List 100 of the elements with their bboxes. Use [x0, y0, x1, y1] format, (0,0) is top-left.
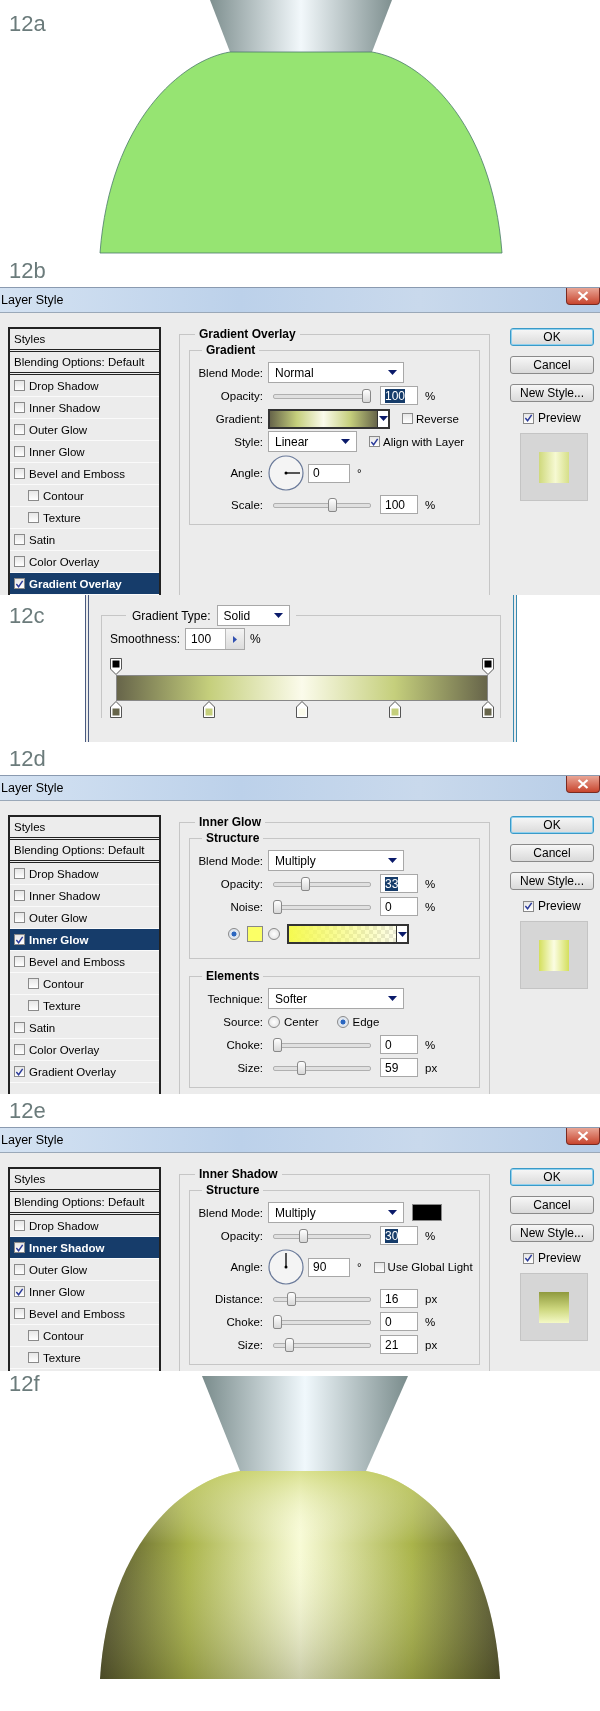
- style-list-item[interactable]: Drop Shadow: [10, 375, 159, 397]
- radio-button[interactable]: [228, 928, 240, 940]
- dialog-button[interactable]: Cancel: [510, 356, 594, 374]
- dropdown[interactable]: Solid: [216, 605, 290, 626]
- radio-button[interactable]: [268, 1015, 280, 1028]
- style-list-item[interactable]: Inner Glow: [10, 1281, 159, 1303]
- slider-track[interactable]: [273, 1037, 371, 1052]
- checkbox[interactable]: [14, 402, 25, 413]
- slider-thumb[interactable]: [328, 497, 338, 512]
- slider-track[interactable]: [273, 1060, 371, 1075]
- value-field[interactable]: 59: [380, 1058, 418, 1077]
- slider-thumb[interactable]: [273, 1037, 282, 1052]
- opacity-stop[interactable]: [482, 658, 494, 675]
- checkbox[interactable]: [14, 534, 25, 545]
- style-list-item[interactable]: Satin: [10, 529, 159, 551]
- slider-track[interactable]: [273, 1337, 371, 1352]
- slider-thumb[interactable]: [273, 1314, 282, 1329]
- checkbox[interactable]: [14, 1242, 25, 1253]
- checkbox[interactable]: [14, 1286, 25, 1297]
- slider-track[interactable]: [273, 1291, 371, 1306]
- style-list-item[interactable]: Contour: [10, 485, 159, 507]
- slider-track[interactable]: [273, 388, 371, 403]
- dialog-button[interactable]: OK: [510, 1168, 594, 1186]
- dialog-button[interactable]: Cancel: [510, 1196, 594, 1214]
- style-list-item[interactable]: Inner Glow: [10, 929, 159, 951]
- value-field[interactable]: 0: [380, 1312, 418, 1331]
- style-list-item[interactable]: Contour: [10, 973, 159, 995]
- style-list-item[interactable]: Texture: [10, 995, 159, 1017]
- close-button[interactable]: [566, 776, 600, 793]
- checkbox[interactable]: [14, 380, 25, 391]
- dropdown[interactable]: Multiply: [268, 1202, 404, 1223]
- checkbox[interactable]: [28, 1352, 39, 1363]
- value-field[interactable]: 30: [380, 1226, 418, 1245]
- checkbox[interactable]: [523, 412, 534, 424]
- color-stop[interactable]: [296, 701, 308, 718]
- slider-thumb[interactable]: [362, 388, 371, 403]
- style-list-item[interactable]: Inner Shadow: [10, 885, 159, 907]
- style-list-item[interactable]: Blending Options: Default: [10, 840, 159, 863]
- value-field[interactable]: 0: [308, 463, 350, 483]
- checkbox[interactable]: [14, 1022, 25, 1033]
- checkbox[interactable]: [523, 900, 534, 912]
- checkbox[interactable]: [28, 1000, 39, 1011]
- value-field[interactable]: 100: [380, 386, 418, 405]
- style-list-item[interactable]: Texture: [10, 507, 159, 529]
- style-list-item[interactable]: Inner Glow: [10, 441, 159, 463]
- checkbox[interactable]: [523, 1252, 534, 1264]
- slider-thumb[interactable]: [297, 1060, 306, 1075]
- checkbox[interactable]: [28, 490, 39, 501]
- style-list-item[interactable]: Gradient Overlay: [10, 1061, 159, 1083]
- close-button[interactable]: [566, 288, 600, 305]
- color-swatch[interactable]: [247, 926, 263, 942]
- style-list-item[interactable]: Blending Options: Default: [10, 352, 159, 375]
- style-list-item[interactable]: Gradient Overlay: [10, 573, 159, 595]
- style-list-item[interactable]: Color Overlay: [10, 1039, 159, 1061]
- checkbox[interactable]: [373, 1261, 385, 1273]
- checkbox[interactable]: [14, 446, 25, 457]
- slider-track[interactable]: [273, 1228, 371, 1243]
- gradient-bar[interactable]: [116, 675, 488, 701]
- radio-button[interactable]: [336, 1015, 349, 1028]
- gradient-picker[interactable]: [268, 408, 390, 429]
- dropdown[interactable]: Linear: [268, 431, 357, 452]
- style-list-item[interactable]: Texture: [10, 1347, 159, 1369]
- slider-track[interactable]: [273, 899, 371, 914]
- dialog-button[interactable]: OK: [510, 816, 594, 834]
- value-field[interactable]: 16: [380, 1289, 418, 1308]
- checkbox[interactable]: [14, 578, 25, 589]
- color-stop[interactable]: [389, 701, 401, 718]
- checkbox[interactable]: [14, 912, 25, 923]
- checkbox[interactable]: [14, 934, 25, 945]
- dialog-button[interactable]: Cancel: [510, 844, 594, 862]
- style-list-item[interactable]: Bevel and Emboss: [10, 1303, 159, 1325]
- value-field[interactable]: 0: [380, 897, 418, 916]
- dropdown[interactable]: Multiply: [268, 850, 404, 871]
- style-list-item[interactable]: Outer Glow: [10, 1259, 159, 1281]
- angle-dial[interactable]: [268, 455, 304, 491]
- style-list-item[interactable]: Blending Options: Default: [10, 1192, 159, 1215]
- checkbox[interactable]: [14, 868, 25, 879]
- color-stop[interactable]: [110, 701, 122, 718]
- dialog-button[interactable]: OK: [510, 328, 594, 346]
- checkbox[interactable]: [14, 556, 25, 567]
- checkbox[interactable]: [14, 890, 25, 901]
- style-list-item[interactable]: Satin: [10, 1017, 159, 1039]
- slider-thumb[interactable]: [301, 876, 311, 891]
- value-field[interactable]: 21: [380, 1335, 418, 1354]
- angle-dial[interactable]: [268, 1249, 304, 1285]
- checkbox[interactable]: [402, 413, 413, 424]
- value-field[interactable]: 90: [308, 1257, 350, 1277]
- slider-thumb[interactable]: [298, 1228, 308, 1243]
- dropdown[interactable]: Softer: [268, 988, 404, 1009]
- value-field[interactable]: 0: [380, 1035, 418, 1054]
- slider-track[interactable]: [273, 1314, 371, 1329]
- checkbox[interactable]: [14, 1264, 25, 1275]
- style-list-item[interactable]: Inner Shadow: [10, 1237, 159, 1259]
- dialog-button[interactable]: New Style...: [510, 384, 594, 402]
- slider-thumb[interactable]: [285, 1337, 295, 1352]
- color-stop[interactable]: [482, 701, 494, 718]
- dropdown[interactable]: Normal: [268, 362, 404, 383]
- checkbox[interactable]: [14, 956, 25, 967]
- radio-button[interactable]: [268, 928, 280, 940]
- checkbox[interactable]: [28, 512, 39, 523]
